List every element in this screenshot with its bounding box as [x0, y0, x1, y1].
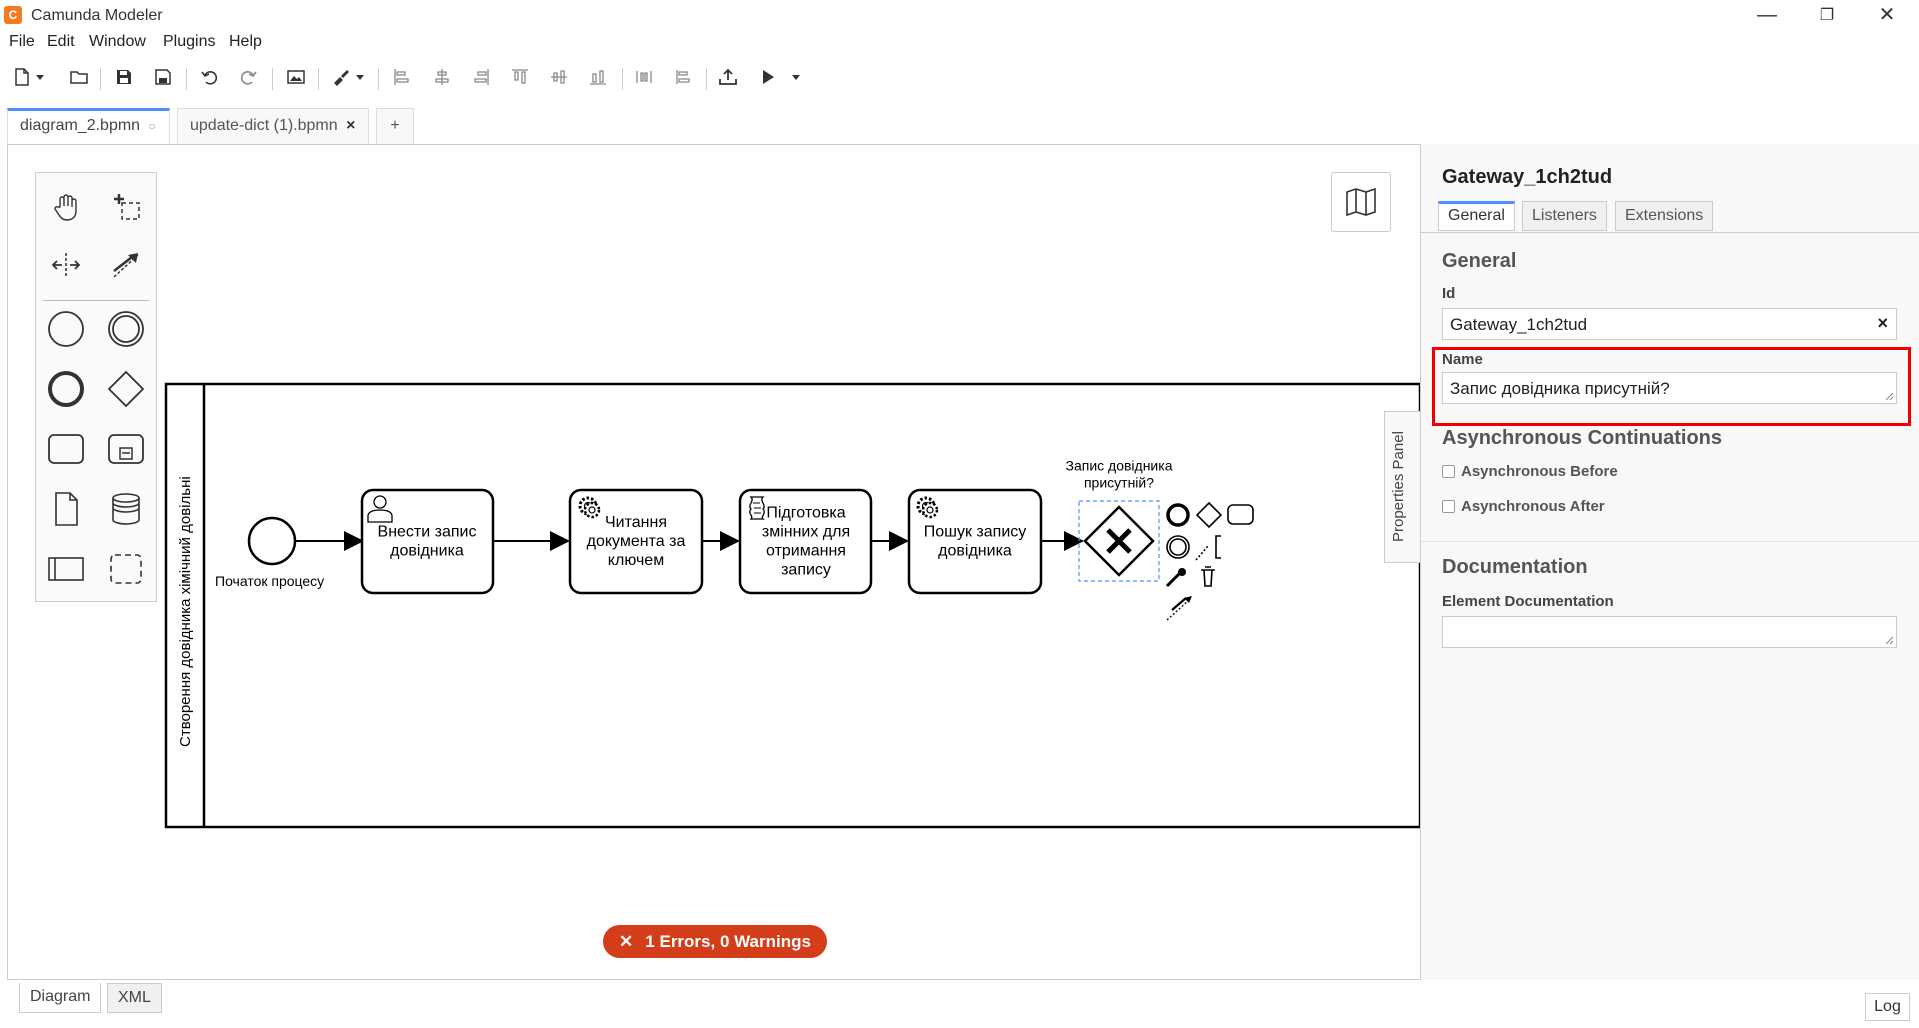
general-heading: General	[1442, 250, 1517, 272]
documentation-heading: Documentation	[1442, 556, 1588, 578]
async-before-checkbox[interactable]: Asynchronous Before	[1442, 463, 1618, 480]
clear-id-icon[interactable]: ×	[1877, 313, 1888, 334]
intermediate-event-icon[interactable]	[104, 307, 148, 351]
subprocess-icon[interactable]	[104, 427, 148, 471]
map-icon	[1346, 188, 1376, 216]
async-heading: Asynchronous Continuations	[1442, 427, 1722, 449]
menu-help[interactable]: Help	[229, 33, 262, 51]
properties-panel-toggle-label: Properties Panel	[1390, 431, 1407, 542]
hand-tool-icon[interactable]	[44, 185, 88, 229]
close-window-button[interactable]: ✕	[1857, 0, 1917, 31]
title-bar: C Camunda Modeler — ❐ ✕	[0, 0, 1919, 31]
redo-icon[interactable]	[234, 62, 262, 92]
tab-diagram-2[interactable]: diagram_2.bpmn ○	[7, 108, 170, 144]
errors-label: 1 Errors, 0 Warnings	[645, 932, 811, 951]
align-middle-icon[interactable]	[545, 62, 573, 92]
minimap-toggle-button[interactable]	[1331, 172, 1391, 232]
export-image-icon[interactable]	[282, 62, 310, 92]
deploy-icon[interactable]	[714, 62, 742, 92]
align-top-icon[interactable]	[506, 62, 534, 92]
data-object-icon[interactable]	[44, 487, 88, 531]
gateway-icon[interactable]	[104, 367, 148, 411]
error-icon: ✕	[619, 932, 634, 951]
tab-label: diagram_2.bpmn	[20, 117, 141, 134]
element-documentation-field[interactable]	[1442, 616, 1897, 648]
task-icon[interactable]	[44, 427, 88, 471]
tab-update-dict[interactable]: update-dict (1).bpmn ×	[177, 108, 369, 144]
tab-diagram-view[interactable]: Diagram	[19, 983, 102, 1013]
menu-edit[interactable]: Edit	[47, 33, 75, 51]
add-tab-button[interactable]: +	[376, 108, 414, 144]
tab-xml-view[interactable]: XML	[107, 983, 162, 1013]
app-logo: C	[4, 6, 22, 24]
menu-window[interactable]: Window	[89, 33, 146, 51]
start-instance-icon[interactable]	[754, 62, 782, 92]
tab-listeners[interactable]: Listeners	[1522, 201, 1607, 231]
bottom-bar: Diagram XML	[0, 980, 1919, 1028]
async-after-checkbox[interactable]: Asynchronous After	[1442, 498, 1605, 515]
diagram-canvas[interactable]	[7, 144, 1420, 980]
color-brush-icon[interactable]	[326, 62, 354, 92]
log-button[interactable]: Log	[1865, 993, 1910, 1021]
errors-warnings-badge[interactable]: ✕ 1 Errors, 0 Warnings	[603, 925, 827, 958]
distribute-vertical-icon[interactable]	[669, 62, 697, 92]
color-dropdown-icon[interactable]	[352, 62, 368, 92]
name-field-highlight	[1432, 347, 1911, 426]
id-label: Id	[1442, 285, 1456, 302]
group-icon[interactable]	[104, 547, 148, 591]
align-center-icon[interactable]	[428, 62, 456, 92]
new-file-dropdown-icon[interactable]	[32, 62, 48, 92]
menu-plugins[interactable]: Plugins	[163, 33, 215, 51]
window-title: Camunda Modeler	[31, 7, 163, 24]
save-as-icon[interactable]	[149, 62, 177, 92]
tab-extensions[interactable]: Extensions	[1615, 201, 1714, 231]
close-tab-icon[interactable]: ×	[346, 117, 355, 134]
id-value: Gateway_1ch2tud	[1450, 315, 1588, 334]
menu-file[interactable]: File	[9, 33, 35, 51]
pool-icon[interactable]	[44, 547, 88, 591]
global-connect-icon[interactable]	[104, 243, 148, 287]
toolbar	[0, 62, 1919, 94]
element-documentation-label: Element Documentation	[1442, 593, 1614, 610]
undo-icon[interactable]	[196, 62, 224, 92]
start-dropdown-icon[interactable]	[788, 62, 804, 92]
unsaved-dot-icon: ○	[148, 119, 156, 133]
lasso-tool-icon[interactable]	[104, 185, 148, 229]
tab-general[interactable]: General	[1438, 201, 1515, 231]
restore-button[interactable]: ❐	[1797, 0, 1857, 31]
save-icon[interactable]	[110, 62, 138, 92]
async-after-label: Asynchronous After	[1461, 498, 1605, 515]
start-event-icon[interactable]	[44, 307, 88, 351]
resize-handle-icon[interactable]	[1884, 635, 1894, 645]
distribute-horizontal-icon[interactable]	[630, 62, 658, 92]
id-field[interactable]: Gateway_1ch2tud ×	[1442, 308, 1897, 340]
file-tabs: diagram_2.bpmn ○ update-dict (1).bpmn × …	[0, 108, 1919, 144]
align-right-icon[interactable]	[467, 62, 495, 92]
tab-label: update-dict (1).bpmn	[190, 117, 338, 134]
space-tool-icon[interactable]	[44, 243, 88, 287]
align-left-icon[interactable]	[388, 62, 416, 92]
tool-palette	[35, 172, 157, 602]
minimize-button[interactable]: —	[1737, 0, 1797, 31]
properties-panel-toggle[interactable]: Properties Panel	[1384, 411, 1421, 563]
data-store-icon[interactable]	[104, 487, 148, 531]
align-bottom-icon[interactable]	[584, 62, 612, 92]
async-before-label: Asynchronous Before	[1461, 463, 1618, 480]
open-folder-icon[interactable]	[65, 62, 93, 92]
element-title: Gateway_1ch2tud	[1442, 166, 1613, 188]
properties-panel: Gateway_1ch2tud General Listeners Extens…	[1420, 144, 1919, 980]
end-event-icon[interactable]	[44, 367, 88, 411]
